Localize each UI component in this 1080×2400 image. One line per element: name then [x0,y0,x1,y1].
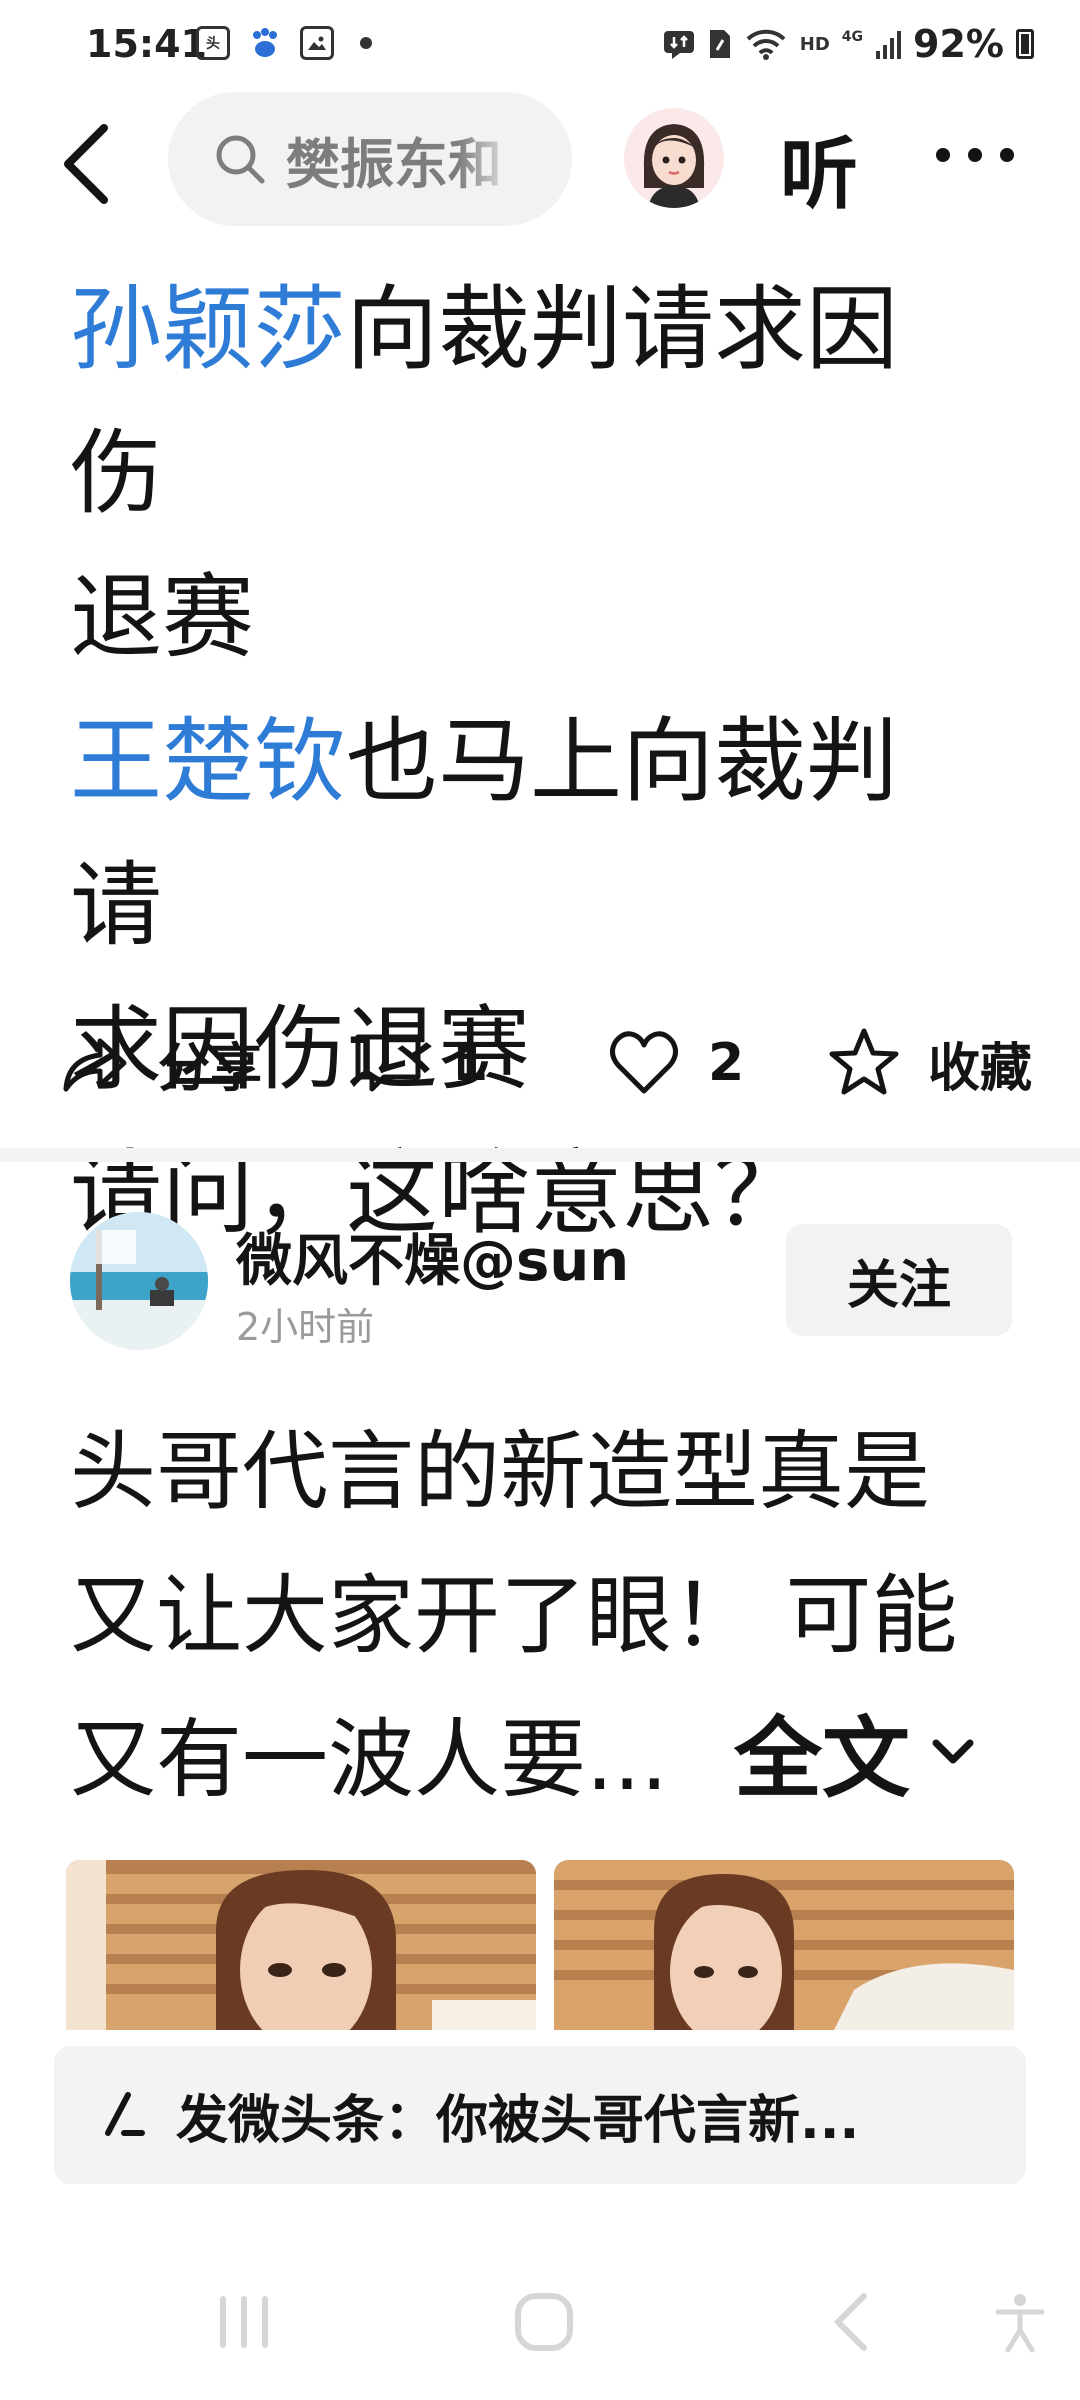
recent-apps-icon [220,2296,268,2348]
portrait-photo-icon [66,1860,536,2030]
toutiao-icon: 头 [196,26,230,60]
accessibility-button[interactable] [990,2290,1050,2358]
more-menu-icon[interactable] [936,148,1014,162]
topic-link-sun-yingsha[interactable]: 孙颖莎 [70,276,346,383]
comment-count: 1 [452,1033,489,1093]
accessibility-icon [995,2294,1045,2353]
network-type: HD [799,33,830,55]
battery-percent: 92% [913,22,1004,66]
post-time: 2小时前 [236,1305,375,1349]
avatar-photo-icon [70,1212,208,1350]
wifi-icon [746,29,786,60]
listen-button[interactable]: 听 [780,112,858,224]
status-bar: 15:41 头 HD 4G 92% [0,0,1080,92]
search-icon [216,135,265,184]
battery-icon [1016,29,1034,59]
like-count: 2 [708,1033,745,1093]
baidu-icon [248,26,282,60]
favorite-label: 收藏 [928,1038,1033,1099]
data-transfer-icon [663,31,694,59]
search-placeholder: 樊振东和 [286,132,502,196]
top-nav: 樊振东和 听 [0,92,1080,232]
post-line-2: 又让大家开了眼！ 可能 [70,1566,958,1666]
user-name[interactable]: 微风不燥@sun [236,1216,629,1297]
share-label: 分享 [158,1038,263,1099]
fulltext-label: 全文 [734,1707,911,1810]
compose-bar[interactable]: 发微头条：你被头哥代言新... [54,2046,1026,2184]
heart-icon [610,1031,678,1094]
home-button[interactable] [512,2290,576,2358]
chevron-down-icon [932,1739,974,1763]
share-button[interactable]: 分享 [56,1008,262,1118]
topic-link-wang-chuqin[interactable]: 王楚钦 [70,708,346,815]
user-avatar[interactable] [70,1212,208,1350]
section-divider [0,1148,1080,1162]
system-back-button[interactable] [826,2290,876,2358]
comment-icon [355,1034,421,1092]
post-line-1: 头哥代言的新造型真是 [70,1422,930,1522]
status-time: 15:41 [86,22,207,66]
article-line-3: 王楚钦也马上向裁判请 [70,708,899,959]
system-nav-bar [0,2270,1080,2380]
recent-apps-button[interactable] [214,2290,274,2358]
back-button[interactable] [52,112,132,212]
share-icon [63,1038,127,1092]
signal-type: 4G [841,29,864,45]
pen-icon [105,2092,145,2136]
avatar[interactable] [624,108,724,208]
signal-icon [876,31,902,59]
portrait-photo-icon [554,1860,1014,2030]
sim-icon [709,30,730,58]
compose-text: 发微头条：你被头哥代言新... [176,2090,860,2151]
chevron-left-icon [64,124,108,204]
post-image-2[interactable] [554,1860,1014,2030]
status-right: HD 4G 92% [662,22,1034,66]
search-input[interactable]: 樊振东和 [168,92,572,226]
article-line-1: 孙颖莎向裁判请求因伤 [70,276,899,527]
action-bar: 分享 1 2 收藏 [0,1008,1080,1118]
comment-button[interactable]: 1 [350,1008,488,1118]
article-line-2: 退赛 [70,564,255,671]
like-button[interactable]: 2 [606,1008,744,1118]
avatar-illustration-icon [624,108,724,208]
home-icon [515,2293,573,2351]
favorite-button[interactable]: 收藏 [826,1008,1032,1118]
post-image-1[interactable] [66,1860,536,2030]
back-arrow-icon [833,2293,867,2351]
follow-button[interactable]: 关注 [786,1224,1012,1336]
status-left-icons: 头 [196,26,372,60]
fulltext-button[interactable]: 全文 [734,1688,982,1815]
star-icon [829,1028,899,1095]
notification-dot-icon [360,37,372,49]
gallery-icon [300,26,334,60]
